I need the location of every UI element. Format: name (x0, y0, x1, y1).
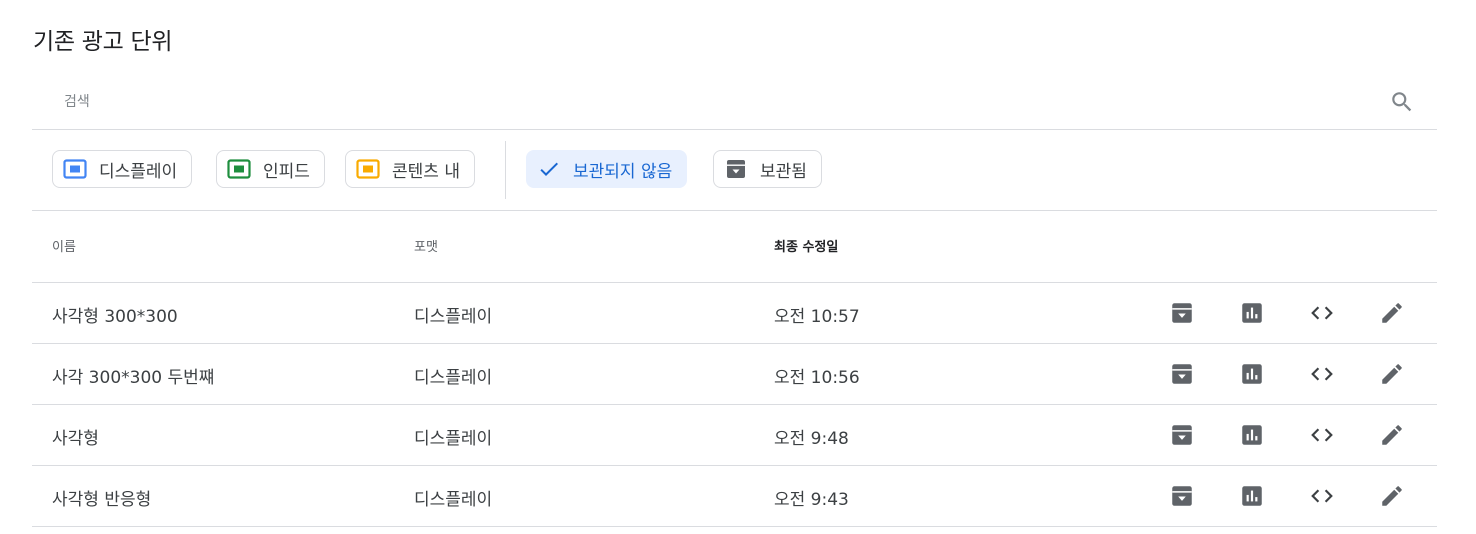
ad-unit-format: 디스플레이 (414, 429, 493, 449)
table-header: 이름 포맷 최종 수정일 (32, 211, 1437, 283)
chip-divider (505, 141, 506, 199)
archived-filter-chip[interactable]: 보관됨 (713, 150, 822, 188)
search-bar (32, 74, 1437, 130)
ad-unit-modified: 오전 10:57 (774, 307, 860, 327)
display-icon (63, 157, 87, 181)
infeed-icon (227, 157, 251, 181)
search-icon[interactable] (1389, 89, 1415, 115)
report-icon[interactable] (1239, 361, 1265, 387)
display-filter-chip[interactable]: 디스플레이 (52, 150, 193, 188)
search-input[interactable] (62, 88, 1366, 116)
table-row[interactable]: 사각형 디스플레이 오전 9:48 (32, 405, 1437, 466)
archive-icon[interactable] (1169, 483, 1195, 509)
code-icon[interactable] (1309, 483, 1335, 509)
edit-icon[interactable] (1379, 483, 1405, 509)
report-icon[interactable] (1239, 300, 1265, 326)
column-header-last-modified[interactable]: 최종 수정일 (774, 236, 838, 255)
code-icon[interactable] (1309, 361, 1335, 387)
in-article-icon (356, 157, 380, 181)
ad-units-page: 기존 광고 단위 디스플레이 인피드 콘텐츠 내 (0, 0, 1476, 534)
chip-label: 디스플레이 (99, 161, 178, 182)
ad-unit-modified: 오전 9:48 (774, 429, 849, 449)
column-header-format[interactable]: 포맷 (414, 236, 438, 255)
code-icon[interactable] (1309, 422, 1335, 448)
archive-icon[interactable] (1169, 300, 1195, 326)
report-icon[interactable] (1239, 422, 1265, 448)
chip-label: 보관되지 않음 (573, 161, 673, 182)
table-row[interactable]: 사각형 반응형 디스플레이 오전 9:43 (32, 466, 1437, 527)
ad-unit-modified: 오전 9:43 (774, 490, 849, 510)
edit-icon[interactable] (1379, 361, 1405, 387)
not-archived-filter-chip[interactable]: 보관되지 않음 (526, 150, 688, 188)
column-header-name[interactable]: 이름 (52, 236, 76, 255)
ad-unit-name[interactable]: 사각 300*300 두번쨰 (52, 363, 214, 388)
edit-icon[interactable] (1379, 422, 1405, 448)
archive-icon (724, 157, 748, 181)
ad-unit-format: 디스플레이 (414, 490, 493, 510)
archive-icon[interactable] (1169, 361, 1195, 387)
page-title: 기존 광고 단위 (33, 29, 173, 55)
ad-unit-name[interactable]: 사각형 300*300 (52, 302, 178, 327)
in-article-filter-chip[interactable]: 콘텐츠 내 (345, 150, 475, 188)
code-icon[interactable] (1309, 300, 1335, 326)
ad-unit-name[interactable]: 사각형 (52, 424, 99, 449)
chip-label: 콘텐츠 내 (392, 161, 460, 182)
filter-chips: 디스플레이 인피드 콘텐츠 내 보관되지 않음 보관됨 (32, 130, 1437, 211)
ad-unit-format: 디스플레이 (414, 307, 493, 327)
edit-icon[interactable] (1379, 300, 1405, 326)
ad-unit-modified: 오전 10:56 (774, 368, 860, 388)
check-icon (537, 157, 561, 181)
infeed-filter-chip[interactable]: 인피드 (216, 150, 325, 188)
archive-icon[interactable] (1169, 422, 1195, 448)
report-icon[interactable] (1239, 483, 1265, 509)
table-row[interactable]: 사각 300*300 두번쨰 디스플레이 오전 10:56 (32, 344, 1437, 405)
chip-label: 보관됨 (760, 161, 807, 182)
chip-label: 인피드 (263, 161, 310, 182)
table-row[interactable]: 사각형 300*300 디스플레이 오전 10:57 (32, 283, 1437, 344)
ad-unit-format: 디스플레이 (414, 368, 493, 388)
ad-unit-name[interactable]: 사각형 반응형 (52, 485, 151, 510)
